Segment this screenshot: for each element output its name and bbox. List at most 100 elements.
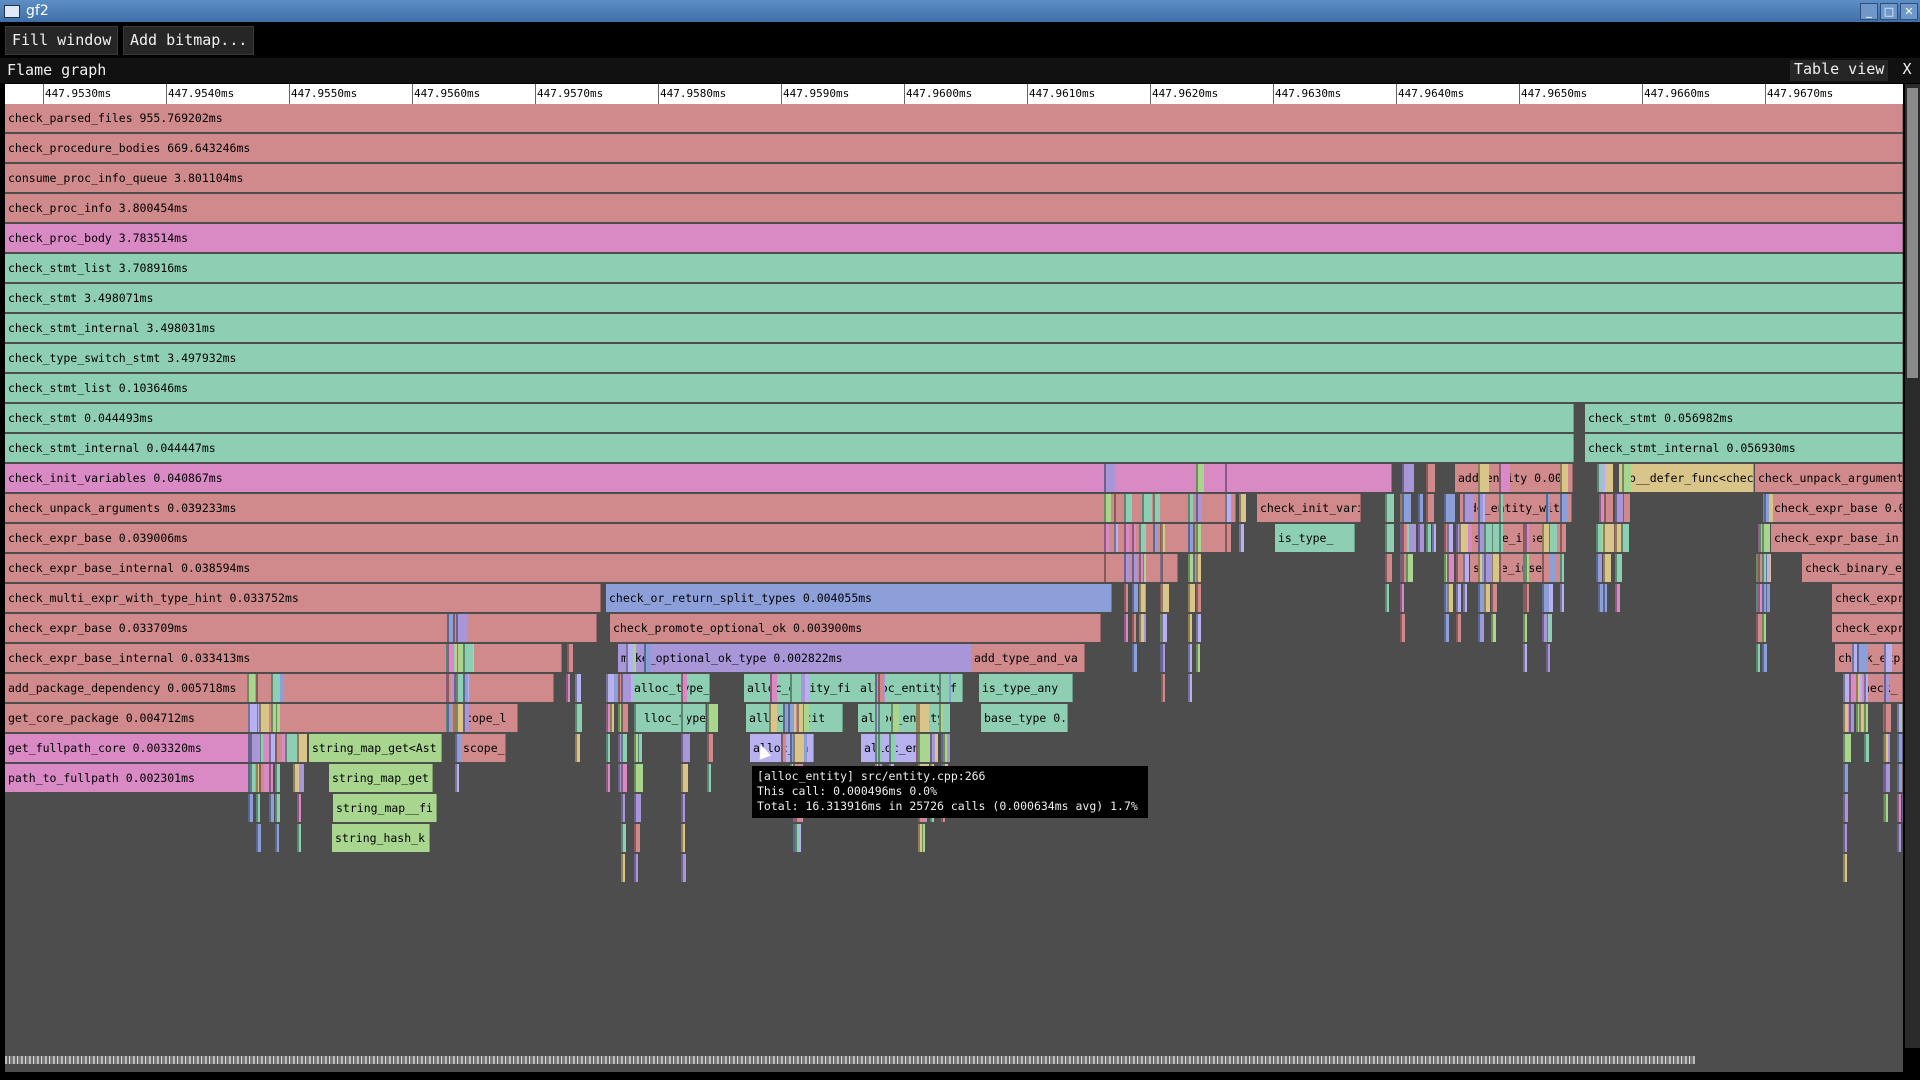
flame-sliver[interactable] xyxy=(1842,764,1848,792)
flame-sliver[interactable] xyxy=(1187,614,1192,642)
flame-sliver[interactable] xyxy=(1542,614,1548,642)
flame-sliver[interactable] xyxy=(1195,584,1201,612)
minimize-button[interactable]: _ xyxy=(1860,3,1878,20)
flame-sliver[interactable] xyxy=(1456,614,1462,642)
flame-sliver[interactable] xyxy=(1863,674,1868,702)
flame-sliver[interactable] xyxy=(1863,734,1869,762)
flame-sliver[interactable] xyxy=(446,704,452,732)
flame-sliver[interactable] xyxy=(1385,554,1393,582)
flame-frame[interactable]: check_unpack_arguments 0.039233ms xyxy=(5,494,1236,522)
flame-sliver[interactable] xyxy=(1402,464,1411,492)
flame-sliver[interactable] xyxy=(621,824,627,852)
flame-sliver[interactable] xyxy=(271,704,277,732)
flame-sliver[interactable] xyxy=(606,704,611,732)
flame-sliver[interactable] xyxy=(1161,644,1166,672)
flame-frame[interactable]: gb__defer_func<chec xyxy=(1619,464,1754,492)
flame-sliver[interactable] xyxy=(1161,554,1170,582)
flame-sliver[interactable] xyxy=(255,674,267,702)
flame-sliver[interactable] xyxy=(1542,554,1551,582)
flame-sliver[interactable] xyxy=(680,824,685,852)
flame-sliver[interactable] xyxy=(575,704,583,732)
flame-sliver[interactable] xyxy=(275,764,281,792)
table-view-button[interactable]: Table view xyxy=(1790,60,1889,81)
flame-sliver[interactable] xyxy=(463,674,469,702)
flame-frame[interactable]: check_type_switch_stmt 3.497932ms xyxy=(5,344,1903,372)
flame-sliver[interactable] xyxy=(921,824,926,852)
flame-sliver[interactable] xyxy=(1142,494,1153,522)
flame-sliver[interactable] xyxy=(1131,614,1136,642)
flame-sliver[interactable] xyxy=(275,734,283,762)
flame-sliver[interactable] xyxy=(567,644,574,672)
flame-frame[interactable]: alloc_type_ xyxy=(631,674,710,702)
flame-sliver[interactable] xyxy=(1399,584,1404,612)
flame-sliver[interactable] xyxy=(575,734,581,762)
close-panel-button[interactable]: X xyxy=(1898,60,1916,78)
flame-sliver[interactable] xyxy=(292,764,299,792)
flame-frame[interactable]: is_type_ xyxy=(1275,524,1355,552)
flame-sliver[interactable] xyxy=(1402,554,1407,582)
flame-frame[interactable]: string_hash_k xyxy=(332,824,430,852)
flame-sliver[interactable] xyxy=(1399,614,1405,642)
flame-sliver[interactable] xyxy=(247,674,256,702)
flame-sliver[interactable] xyxy=(891,704,900,732)
flame-graph-canvas[interactable]: check_parsed_files 955.769202ms check_pro… xyxy=(5,104,1903,1048)
flame-sliver[interactable] xyxy=(1195,554,1201,582)
flame-sliver[interactable] xyxy=(1385,584,1390,612)
flame-sliver[interactable] xyxy=(634,704,645,732)
flame-sliver[interactable] xyxy=(1139,554,1144,582)
flame-sliver[interactable] xyxy=(268,734,275,762)
flame-sliver[interactable] xyxy=(787,704,794,732)
flame-frame[interactable]: check_exp xyxy=(1835,644,1903,672)
flame-sliver[interactable] xyxy=(1896,794,1901,822)
flame-sliver[interactable] xyxy=(1131,584,1138,612)
flame-sliver[interactable] xyxy=(255,824,261,852)
flame-sliver[interactable] xyxy=(1896,824,1901,852)
flame-sliver[interactable] xyxy=(250,764,256,792)
flame-sliver[interactable] xyxy=(1884,644,1893,672)
flame-sliver[interactable] xyxy=(268,764,273,792)
flame-sliver[interactable] xyxy=(1849,704,1855,732)
flame-frame[interactable]: path_to_fullpath 0.002301ms xyxy=(5,764,272,792)
flame-sliver[interactable] xyxy=(1842,854,1847,882)
flame-frame[interactable]: check_stmt_internal 0.056930ms xyxy=(1585,434,1903,462)
flame-sliver[interactable] xyxy=(938,704,943,732)
flame-sliver[interactable] xyxy=(1463,494,1475,522)
flame-sliver[interactable] xyxy=(1761,614,1766,642)
flame-sliver[interactable] xyxy=(1152,494,1160,522)
flame-sliver[interactable] xyxy=(1559,554,1564,582)
flame-sliver[interactable] xyxy=(446,614,453,642)
flame-frame[interactable]: check_or_return_split_types 0.004055ms xyxy=(606,584,1112,612)
flame-sliver[interactable] xyxy=(680,764,688,792)
flame-sliver[interactable] xyxy=(1431,524,1436,552)
flame-frame[interactable]: check_stmt 0.044493ms xyxy=(5,404,1574,432)
flame-sliver[interactable] xyxy=(1187,584,1195,612)
flame-frame[interactable]: check_proc_body 3.783514ms xyxy=(5,224,1903,252)
flame-frame[interactable]: add_entity 0.00 xyxy=(1455,464,1573,492)
flame-sliver[interactable] xyxy=(247,704,257,732)
flame-sliver[interactable] xyxy=(792,734,804,762)
flame-sliver[interactable] xyxy=(1446,584,1453,612)
flame-sliver[interactable] xyxy=(680,704,687,732)
flame-sliver[interactable] xyxy=(878,734,883,762)
flame-sliver[interactable] xyxy=(1446,554,1454,582)
flame-sliver[interactable] xyxy=(1756,644,1761,672)
flame-sliver[interactable] xyxy=(1842,794,1848,822)
flame-sliver[interactable] xyxy=(1856,674,1861,702)
flame-sliver[interactable] xyxy=(247,794,253,822)
flame-sliver[interactable] xyxy=(1603,524,1615,552)
flame-sliver[interactable] xyxy=(1418,524,1425,552)
flame-frame[interactable]: consume_proc_info_queue 3.801104ms xyxy=(5,164,1903,192)
scrollbar-thumb[interactable] xyxy=(1907,88,1918,378)
flame-sliver[interactable] xyxy=(1545,644,1550,672)
flame-frame[interactable]: alloc_entity xyxy=(858,704,946,732)
flame-frame[interactable]: is_type_any xyxy=(979,674,1073,702)
flame-frame[interactable]: check_parsed_files 955.769202ms xyxy=(5,104,1903,132)
flame-sliver[interactable] xyxy=(621,734,628,762)
flame-sliver[interactable] xyxy=(606,764,611,792)
flame-frame[interactable]: check_proc_info 3.800454ms xyxy=(5,194,1903,222)
flame-sliver[interactable] xyxy=(621,704,629,732)
flame-sliver[interactable] xyxy=(1123,494,1132,522)
flame-sliver[interactable] xyxy=(1238,494,1246,522)
flame-frame[interactable]: check_stmt_internal 3.498031ms xyxy=(5,314,1903,342)
flame-frame[interactable]: check_expr_base 0.039006ms xyxy=(5,524,1226,552)
